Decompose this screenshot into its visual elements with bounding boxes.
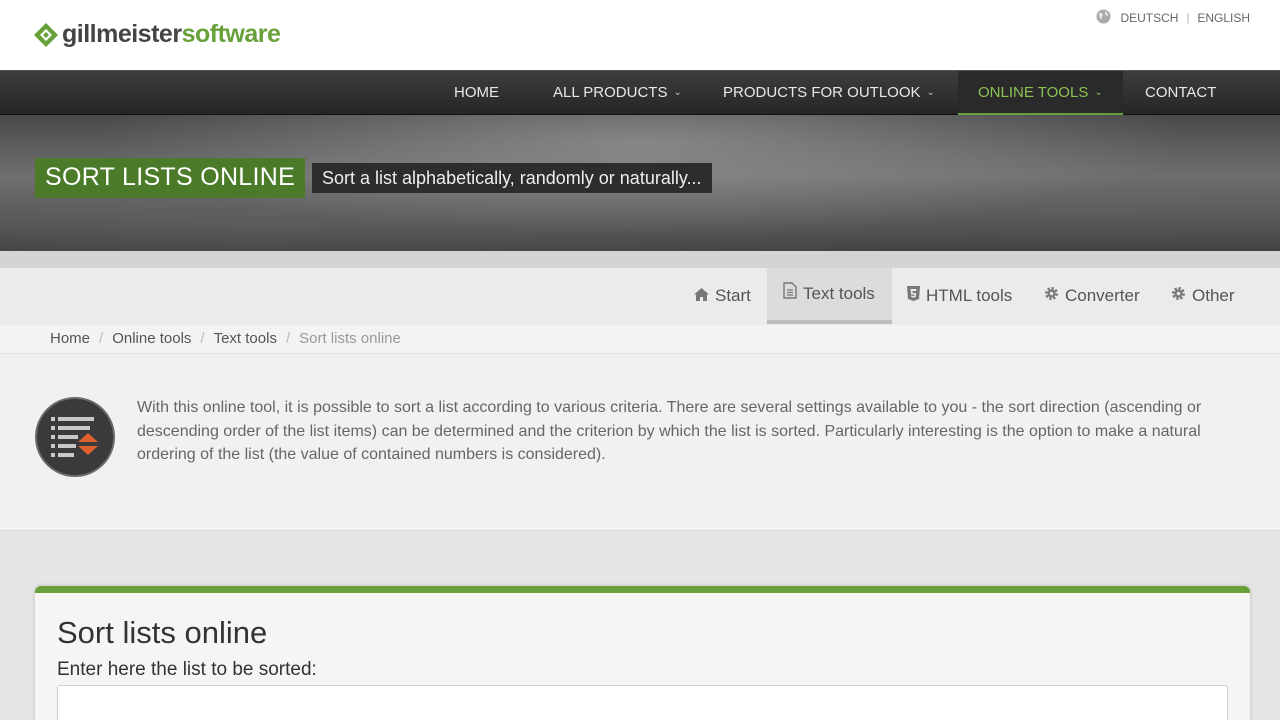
tab-label: Converter: [1065, 286, 1140, 305]
tab-html-tools[interactable]: HTML tools: [891, 268, 1028, 324]
language-switcher: DEUTSCH | ENGLISH: [1096, 9, 1250, 27]
site-logo[interactable]: gillmeistersoftware: [33, 20, 281, 49]
tool-intro: With this online tool, it is possible to…: [0, 354, 1280, 531]
gear-icon: [1044, 268, 1065, 324]
nav-item-all-products[interactable]: ALL PRODUCTS ⌄: [533, 71, 702, 115]
breadcrumb: Home / Online tools / Text tools / Sort lists …: [50, 325, 401, 353]
nav-item-online-tools[interactable]: ONLINE TOOLS ⌄: [958, 71, 1123, 115]
card-title: Sort lists online: [57, 615, 268, 650]
breadcrumb-separator: /: [200, 330, 205, 347]
nav-label: ALL PRODUCTS: [553, 84, 668, 101]
nav-label: ONLINE TOOLS: [978, 84, 1089, 101]
logo-text-part1: gillmeister: [62, 20, 182, 48]
chevron-down-icon: ⌄: [926, 87, 935, 98]
tab-text-tools[interactable]: Text tools: [767, 268, 892, 324]
sort-tool-card: Sort lists online Enter here the list to…: [35, 586, 1250, 720]
tab-label: Start: [715, 286, 751, 305]
tab-label: Text tools: [803, 284, 875, 303]
tab-label: Other: [1192, 286, 1235, 305]
list-input[interactable]: [57, 685, 1228, 720]
breadcrumb-current: Sort lists online: [299, 330, 401, 347]
nav-item-contact[interactable]: CONTACT: [1125, 71, 1236, 115]
breadcrumb-separator: /: [99, 330, 104, 347]
site-header: gillmeistersoftware DEUTSCH | ENGLISH: [0, 0, 1280, 70]
nav-item-home[interactable]: HOME: [434, 71, 519, 115]
nav-label: HOME: [454, 84, 499, 101]
document-icon: [783, 266, 803, 322]
page-title: SORT LISTS ONLINE: [35, 158, 306, 198]
breadcrumb-home[interactable]: Home: [50, 330, 90, 347]
page-subtitle: Sort a list alphabetically, randomly or …: [312, 163, 712, 193]
breadcrumb-online-tools[interactable]: Online tools: [112, 330, 191, 347]
language-separator: |: [1186, 12, 1190, 24]
main-nav: HOME ALL PRODUCTS ⌄ PRODUCTS FOR OUTLOOK ⌄…: [0, 70, 1280, 115]
home-icon: [694, 268, 715, 324]
breadcrumb-bar: Home / Online tools / Text tools / Sort lists …: [0, 325, 1280, 354]
logo-text-part2: software: [181, 20, 281, 48]
logo-diamond-icon: [33, 22, 59, 48]
nav-item-products-for-outlook[interactable]: PRODUCTS FOR OUTLOOK ⌄: [703, 71, 955, 115]
chevron-down-icon: ⌄: [673, 87, 682, 98]
tab-start[interactable]: Start: [678, 268, 767, 324]
breadcrumb-separator: /: [285, 330, 291, 347]
globe-icon: [1096, 9, 1111, 27]
logo-wordmark: gillmeistersoftware: [62, 20, 281, 49]
nav-label: CONTACT: [1145, 84, 1217, 101]
divider-strip: [0, 251, 1280, 268]
gear-icon: [1171, 268, 1192, 324]
breadcrumb-text-tools[interactable]: Text tools: [214, 330, 277, 347]
language-deutsch-link[interactable]: DEUTSCH: [1120, 11, 1178, 25]
hero-banner: SORT LISTS ONLINE Sort a list alphabetic…: [0, 115, 1280, 251]
tool-category-tabs: Start Text tools HTML tools Converter Ot…: [0, 268, 1280, 325]
chevron-down-icon: ⌄: [1094, 87, 1103, 98]
tab-converter[interactable]: Converter: [1028, 268, 1156, 324]
language-english-link[interactable]: ENGLISH: [1197, 11, 1250, 25]
list-input-label: Enter here the list to be sorted:: [57, 659, 317, 680]
html5-icon: [907, 268, 926, 324]
sort-list-icon: [34, 396, 116, 478]
intro-description: With this online tool, it is possible to…: [137, 399, 1202, 463]
tab-label: HTML tools: [926, 286, 1013, 305]
tab-other[interactable]: Other: [1155, 268, 1251, 324]
nav-label: PRODUCTS FOR OUTLOOK: [723, 84, 921, 101]
